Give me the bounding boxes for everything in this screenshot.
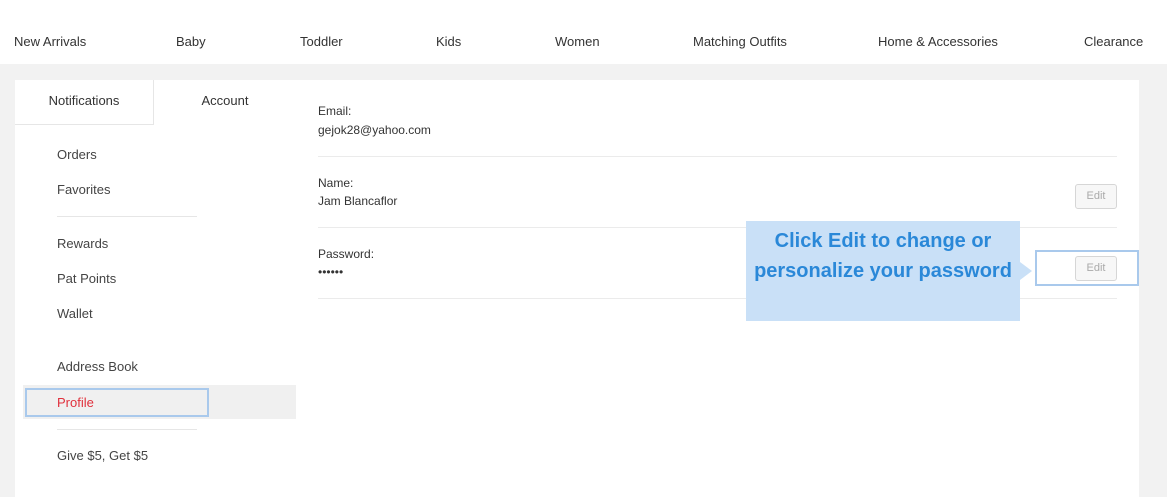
nav-baby[interactable]: Baby <box>176 34 206 49</box>
sidebar-item-favorites[interactable]: Favorites <box>57 182 110 197</box>
account-sidebar: Notifications Account Orders Favorites R… <box>15 80 296 497</box>
sidebar-item-pat-points[interactable]: Pat Points <box>57 271 116 286</box>
tutorial-callout: Click Edit to change or personalize your… <box>746 221 1020 321</box>
sidebar-divider <box>57 429 197 430</box>
field-divider <box>318 156 1117 157</box>
nav-matching-outfits[interactable]: Matching Outfits <box>693 34 787 49</box>
email-label: Email: <box>318 104 352 118</box>
callout-arrow-icon <box>1020 262 1032 280</box>
sidebar-item-profile[interactable]: Profile <box>57 395 94 410</box>
nav-home-accessories[interactable]: Home & Accessories <box>878 34 998 49</box>
tab-notifications[interactable]: Notifications <box>15 80 154 125</box>
sidebar-item-orders[interactable]: Orders <box>57 147 97 162</box>
nav-new-arrivals[interactable]: New Arrivals <box>14 34 86 49</box>
profile-highlight-box <box>25 388 209 417</box>
sidebar-divider <box>57 216 197 217</box>
sidebar-item-rewards[interactable]: Rewards <box>57 236 108 251</box>
top-navigation: New Arrivals Baby Toddler Kids Women Mat… <box>0 0 1167 64</box>
tab-account[interactable]: Account <box>154 80 296 125</box>
nav-kids[interactable]: Kids <box>436 34 461 49</box>
name-value: Jam Blancaflor <box>318 194 398 208</box>
edit-name-button[interactable]: Edit <box>1075 184 1117 209</box>
sidebar-item-give-get[interactable]: Give $5, Get $5 <box>57 448 148 463</box>
nav-toddler[interactable]: Toddler <box>300 34 343 49</box>
sidebar-item-wallet[interactable]: Wallet <box>57 306 93 321</box>
nav-clearance[interactable]: Clearance <box>1084 34 1143 49</box>
name-label: Name: <box>318 176 354 190</box>
password-label: Password: <box>318 247 375 261</box>
edit-password-button[interactable]: Edit <box>1075 256 1117 281</box>
email-value: gejok28@yahoo.com <box>318 123 431 137</box>
sidebar-item-address-book[interactable]: Address Book <box>57 359 138 374</box>
password-value: •••••• <box>318 265 344 279</box>
nav-women[interactable]: Women <box>555 34 600 49</box>
